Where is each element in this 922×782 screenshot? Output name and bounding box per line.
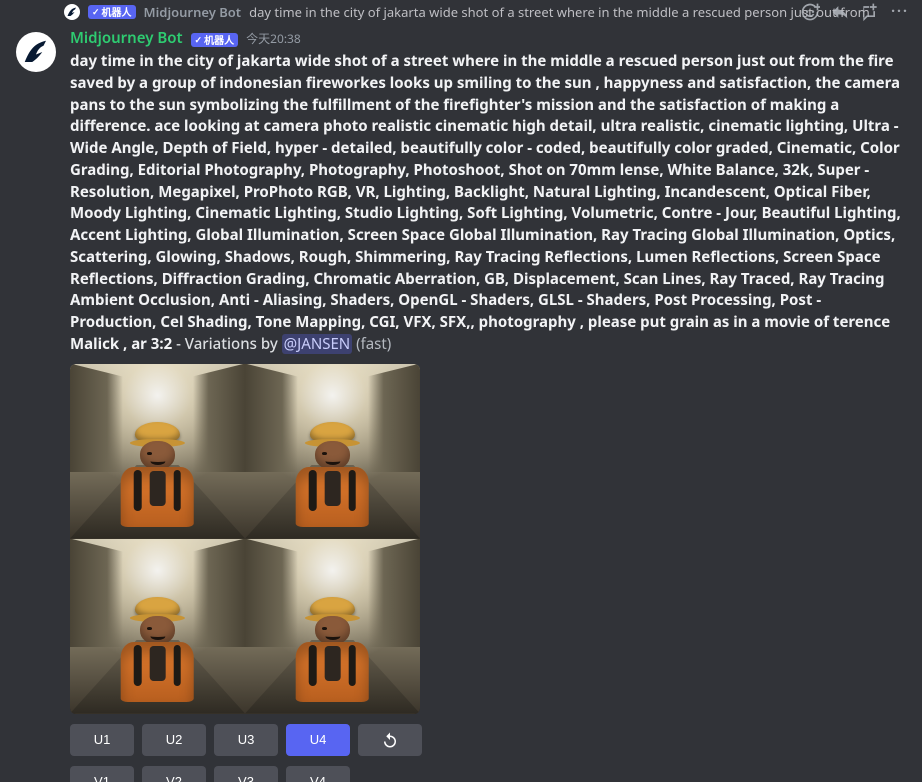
u4-button[interactable]: U4 (286, 724, 350, 756)
redo-icon (381, 731, 399, 749)
image-grid[interactable] (70, 364, 420, 714)
mode-label: (fast) (352, 334, 391, 354)
reply-snippet: day time in the city of jakarta wide sho… (249, 3, 870, 21)
v1-button[interactable]: V1 (70, 766, 134, 782)
bot-tag: ✓机器人 (88, 5, 136, 19)
variation-button-row: V1 V2 V3 V4 (70, 766, 906, 782)
author-name[interactable]: Midjourney Bot (70, 28, 183, 49)
add-reaction-icon[interactable] (800, 2, 820, 22)
v4-button[interactable]: V4 (286, 766, 350, 782)
timestamp: 今天20:38 (246, 31, 301, 48)
message-hover-actions: ··· (800, 2, 910, 22)
message-content: day time in the city of jakarta wide sho… (70, 51, 906, 356)
more-icon[interactable]: ··· (890, 2, 910, 22)
reply-author-name[interactable]: Midjourney Bot (144, 3, 242, 21)
message: Midjourney Bot ✓机器人 今天20:38 day time in … (0, 24, 922, 782)
u3-button[interactable]: U3 (214, 724, 278, 756)
prompt-text: day time in the city of jakarta wide sho… (70, 51, 901, 354)
redo-button[interactable] (358, 724, 422, 756)
reply-icon[interactable] (830, 2, 850, 22)
reply-avatar (64, 4, 80, 20)
image-variation-2[interactable] (245, 364, 420, 539)
bot-tag: ✓机器人 (191, 33, 239, 47)
u2-button[interactable]: U2 (142, 724, 206, 756)
replied-message-preview[interactable]: ✓机器人 Midjourney Bot day time in the city… (0, 0, 922, 24)
message-header: Midjourney Bot ✓机器人 今天20:38 (70, 28, 906, 49)
image-variation-1[interactable] (70, 364, 245, 539)
v2-button[interactable]: V2 (142, 766, 206, 782)
image-variation-3[interactable] (70, 539, 245, 714)
image-variation-4[interactable] (245, 539, 420, 714)
v3-button[interactable]: V3 (214, 766, 278, 782)
avatar[interactable] (16, 32, 56, 72)
upscale-button-row: U1 U2 U3 U4 (70, 724, 906, 756)
u1-button[interactable]: U1 (70, 724, 134, 756)
create-thread-icon[interactable] (860, 2, 880, 22)
user-mention[interactable]: @JANSEN (282, 334, 353, 354)
variations-by-label: - Variations by (172, 334, 281, 354)
